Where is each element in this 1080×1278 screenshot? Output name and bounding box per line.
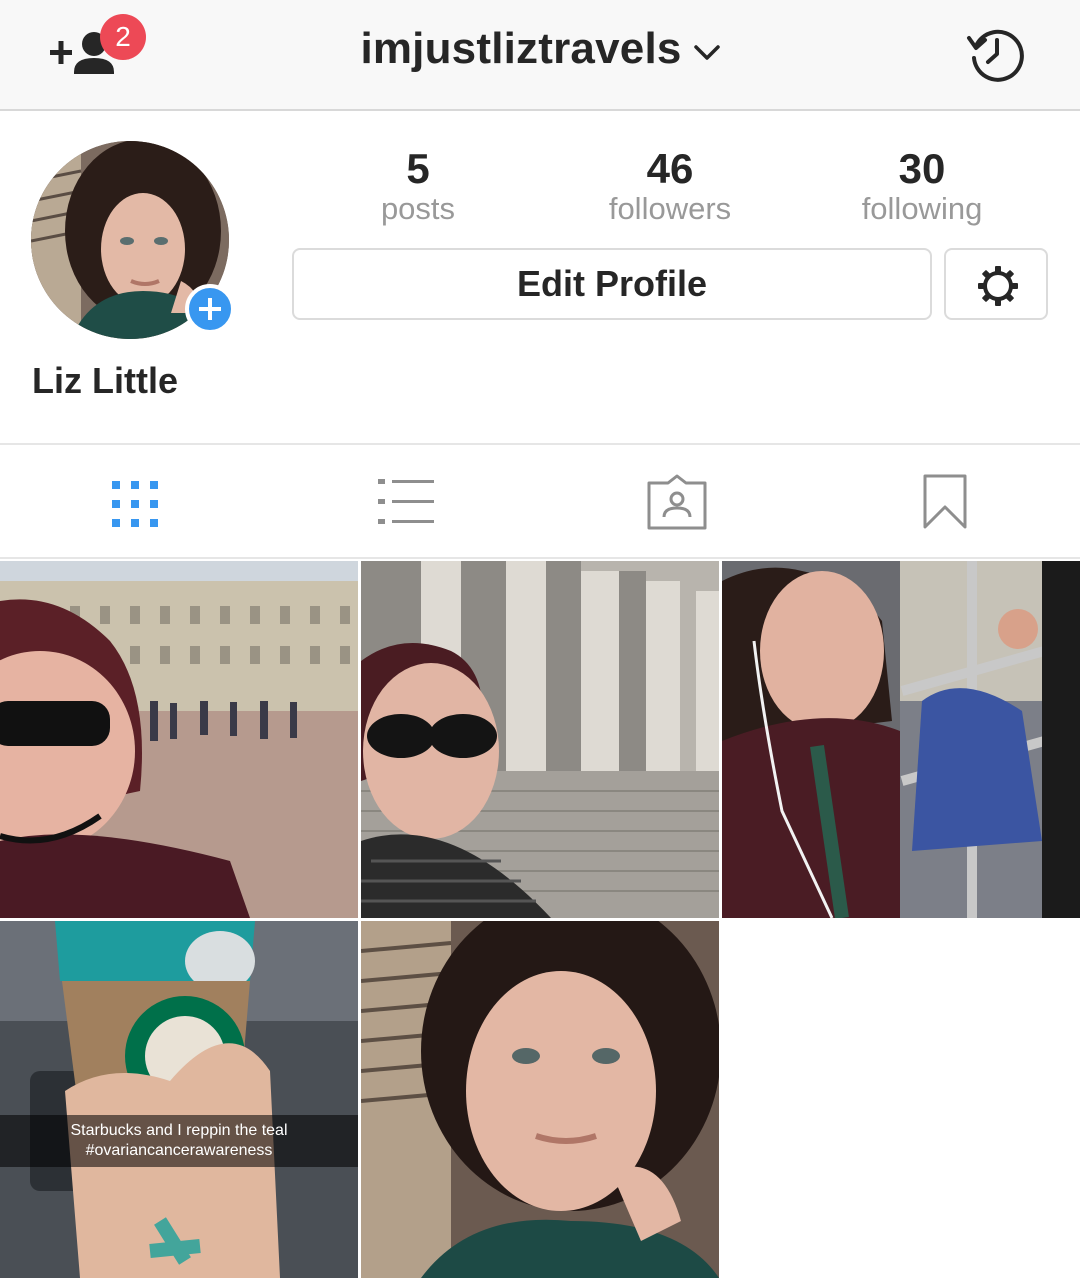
edit-profile-button[interactable]: Edit Profile	[292, 248, 932, 320]
profile-tabs	[0, 443, 1080, 559]
profile-username: imjustliztravels	[360, 24, 682, 73]
gear-icon	[978, 266, 1018, 306]
post-caption: Starbucks and I reppin the teal #ovarian…	[0, 1115, 358, 1167]
post-thumbnail-5[interactable]	[361, 921, 719, 1278]
stat-followers[interactable]: 46 followers	[570, 146, 770, 226]
followers-label: followers	[608, 191, 732, 226]
following-label: following	[861, 191, 983, 226]
plus-icon	[199, 298, 221, 320]
archive-history-button[interactable]	[966, 24, 1028, 84]
top-bar: 2 imjustliztravels	[0, 0, 1080, 111]
tagged-photos-icon	[647, 474, 707, 530]
add-story-button[interactable]	[185, 284, 235, 334]
profile-full-name: Liz Little	[32, 360, 178, 401]
grid-icon	[112, 481, 158, 527]
tab-tagged[interactable]	[606, 445, 746, 559]
post-thumbnail-2[interactable]	[361, 561, 719, 918]
stat-posts[interactable]: 5 posts	[318, 146, 518, 226]
settings-button[interactable]	[944, 248, 1048, 320]
post-thumbnail-1[interactable]	[0, 561, 358, 918]
history-icon	[967, 29, 1024, 82]
post-thumbnail-3[interactable]	[722, 561, 1080, 918]
bookmark-icon	[923, 474, 967, 529]
account-switcher[interactable]: imjustliztravels	[0, 24, 1080, 74]
posts-label: posts	[380, 191, 456, 226]
list-icon	[378, 479, 434, 524]
followers-count: 46	[646, 145, 694, 192]
chevron-down-icon	[693, 23, 720, 73]
posts-count: 5	[406, 145, 430, 192]
tab-saved[interactable]	[874, 445, 1014, 559]
tab-list[interactable]	[334, 445, 474, 559]
tab-grid[interactable]	[64, 445, 204, 559]
following-count: 30	[898, 145, 946, 192]
post-thumbnail-4[interactable]: Starbucks and I reppin the teal #ovarian…	[0, 921, 358, 1278]
stat-following[interactable]: 30 following	[822, 146, 1022, 226]
